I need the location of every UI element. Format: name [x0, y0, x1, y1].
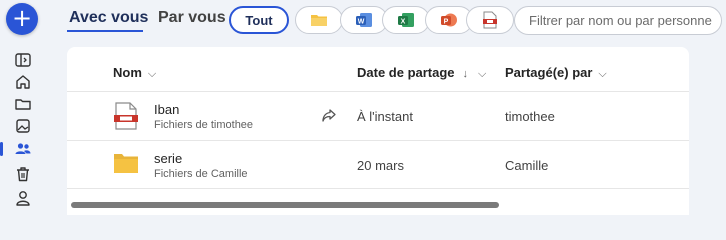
- filter-folders-chip[interactable]: [295, 6, 343, 34]
- account-icon[interactable]: [14, 189, 32, 207]
- shared-by: timothee: [505, 109, 555, 124]
- powerpoint-icon: P: [440, 11, 458, 29]
- filter-search-input[interactable]: Filtrer par nom ou par personne: [514, 6, 722, 35]
- shared-date: À l'instant: [357, 109, 413, 124]
- tab-shared-by-you[interactable]: Par vous: [158, 9, 226, 27]
- divider: [67, 188, 689, 189]
- column-date-label: Date de partage: [357, 65, 455, 80]
- filter-excel-chip[interactable]: X: [382, 6, 430, 34]
- tab-shared-with-you[interactable]: Avec vous: [69, 9, 148, 27]
- shared-people-icon[interactable]: [14, 140, 32, 158]
- column-header-name[interactable]: Nom ⌵: [113, 65, 156, 81]
- recycle-bin-icon[interactable]: [14, 165, 32, 183]
- filter-placeholder: Filtrer par nom ou par personne: [529, 13, 712, 28]
- svg-text:W: W: [358, 19, 365, 26]
- folder-icon[interactable]: [14, 95, 32, 113]
- column-header-date[interactable]: Date de partage ↓ ⌵: [357, 65, 486, 81]
- filter-pdf-chip[interactable]: [466, 6, 514, 34]
- scrollbar-thumb[interactable]: [71, 202, 499, 208]
- folder-file-icon: [113, 152, 139, 179]
- column-shared-by-label: Partagé(e) par: [505, 65, 593, 80]
- word-icon: W: [355, 11, 373, 29]
- table-row[interactable]: serie Fichiers de Camille 20 mars Camill…: [67, 141, 689, 189]
- share-icon[interactable]: [321, 108, 337, 129]
- horizontal-scrollbar[interactable]: [71, 202, 683, 208]
- svg-text:X: X: [401, 19, 406, 26]
- filter-all-label: Tout: [245, 12, 273, 28]
- filter-all-chip[interactable]: Tout: [229, 6, 289, 34]
- excel-icon: X: [397, 11, 415, 29]
- filter-word-chip[interactable]: W: [340, 6, 388, 34]
- folder-type-icon: [310, 13, 328, 27]
- sort-down-arrow-icon: ↓: [462, 68, 469, 80]
- chevron-down-icon: ⌵: [147, 68, 157, 80]
- shared-files-list: Nom ⌵ Date de partage ↓ ⌵ Partagé(e) par ⌵ I…: [67, 47, 689, 215]
- file-location: Fichiers de Camille: [154, 168, 248, 180]
- svg-text:P: P: [444, 19, 449, 26]
- file-name[interactable]: Iban: [154, 102, 179, 117]
- file-location: Fichiers de timothee: [154, 119, 254, 131]
- new-button[interactable]: +: [6, 3, 38, 35]
- column-header-shared-by[interactable]: Partagé(e) par ⌵: [505, 65, 607, 81]
- table-row[interactable]: Iban Fichiers de timothee À l'instant ti…: [67, 92, 689, 140]
- file-name[interactable]: serie: [154, 151, 182, 166]
- home-icon[interactable]: [14, 73, 32, 91]
- shared-by: Camille: [505, 158, 549, 173]
- pdf-file-icon: [113, 102, 139, 135]
- active-tab-underline: [67, 30, 143, 32]
- shared-date: 20 mars: [357, 158, 404, 173]
- collapse-panel-icon[interactable]: [14, 51, 32, 69]
- chevron-down-icon: ⌵: [598, 68, 607, 80]
- column-name-label: Nom: [113, 65, 142, 80]
- left-rail: +: [0, 0, 46, 215]
- chevron-down-icon: ⌵: [478, 68, 487, 80]
- active-indicator: [0, 142, 3, 156]
- pdf-icon: [482, 11, 498, 29]
- photos-icon[interactable]: [14, 117, 32, 135]
